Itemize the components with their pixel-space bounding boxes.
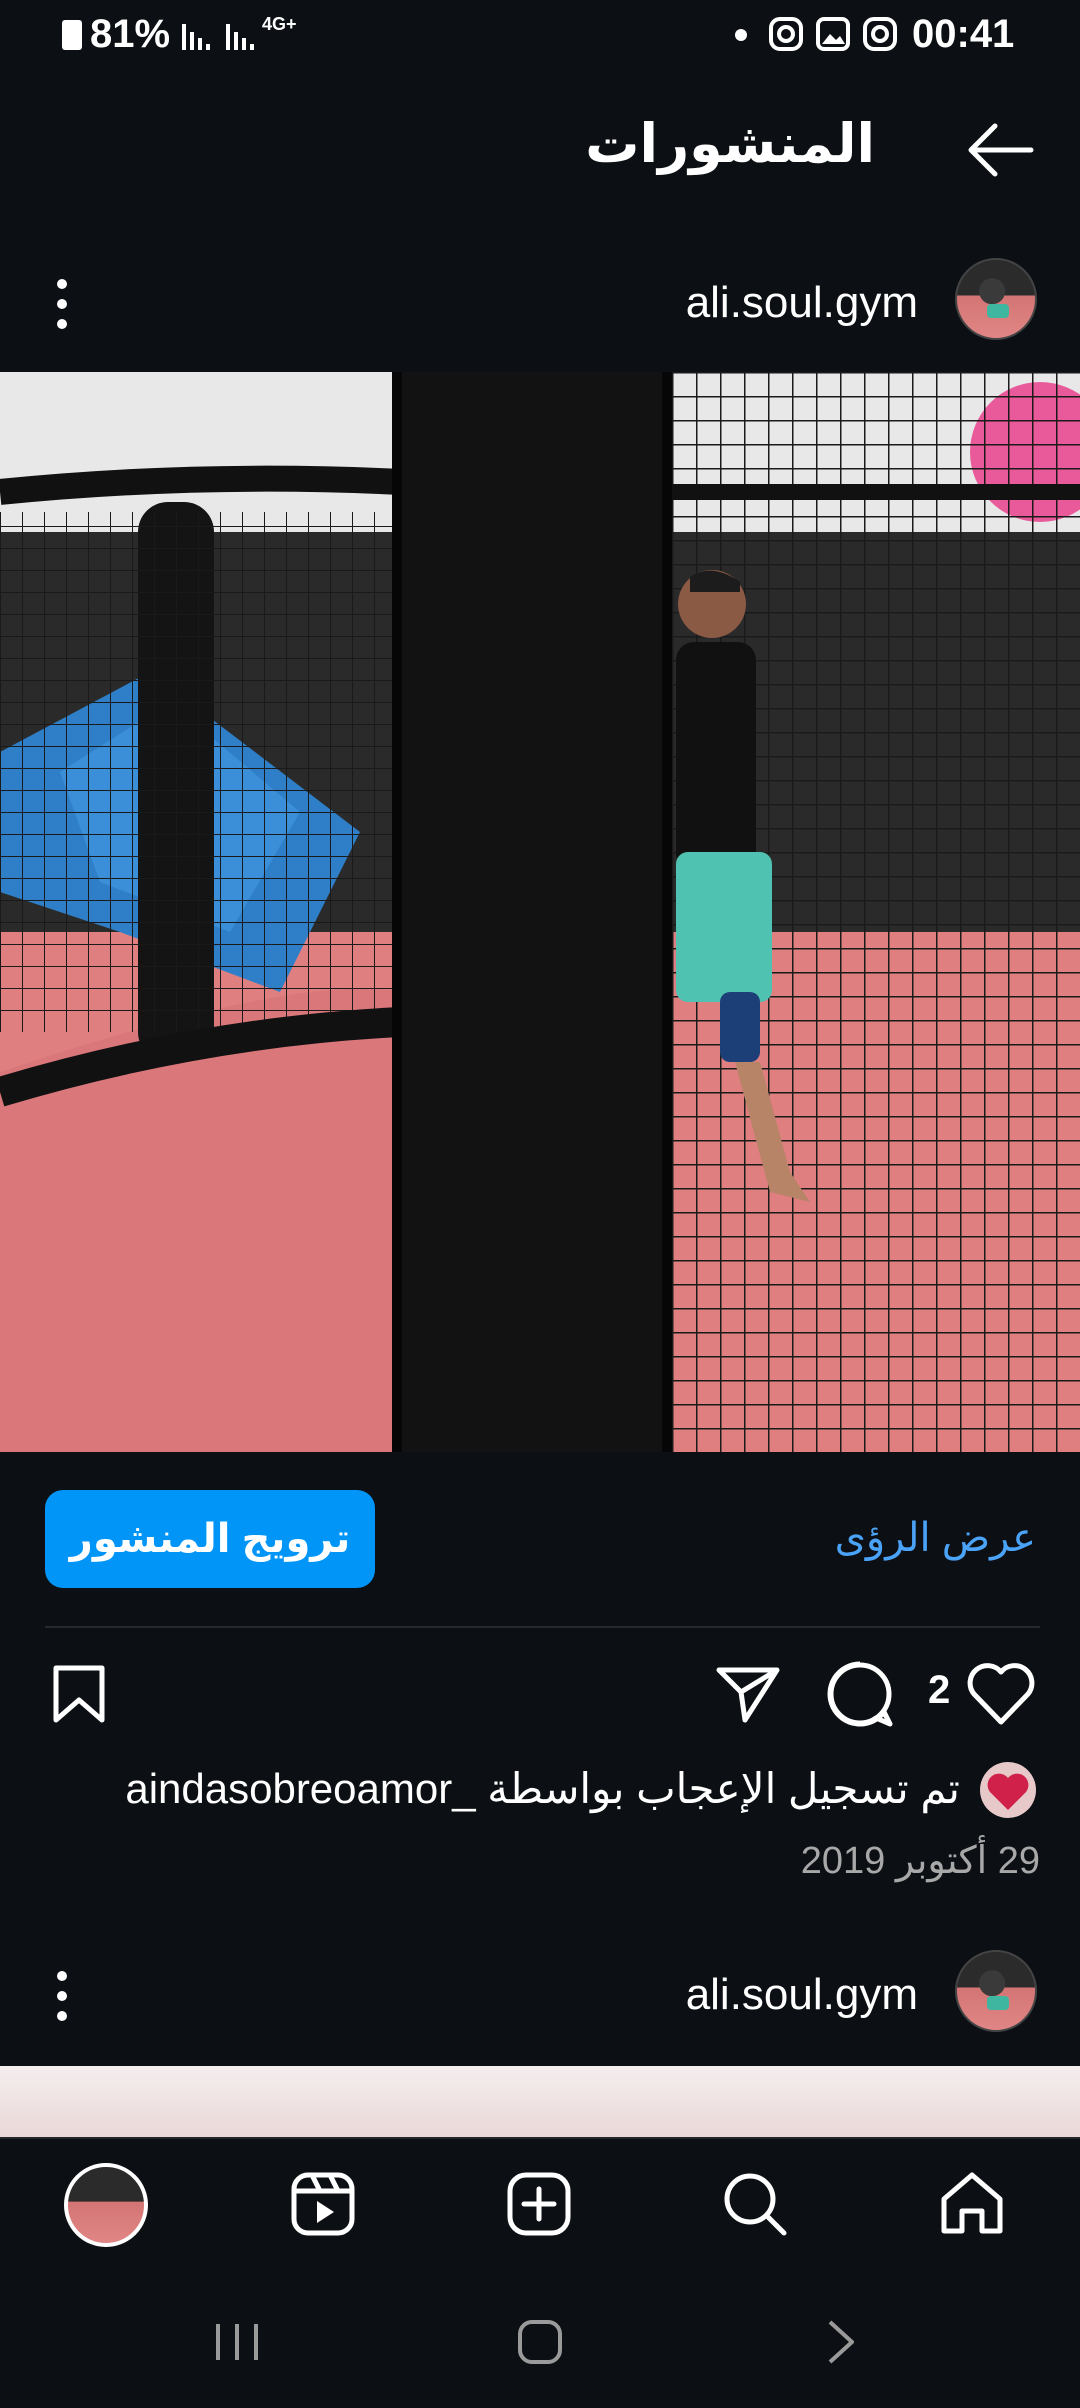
gallery-notification-icon bbox=[816, 17, 850, 51]
profile-avatar[interactable] bbox=[64, 2163, 148, 2247]
next-post-avatar[interactable] bbox=[955, 1950, 1037, 2032]
more-vertical-icon[interactable] bbox=[52, 1968, 72, 2024]
battery-icon bbox=[62, 20, 82, 50]
divider bbox=[45, 1626, 1040, 1628]
comment-icon[interactable] bbox=[826, 1660, 894, 1728]
notification-dot-icon bbox=[735, 29, 747, 41]
clock: 00:41 bbox=[912, 12, 1015, 56]
promote-post-button[interactable]: ترويج المنشور bbox=[45, 1490, 375, 1588]
arrow-left-icon[interactable] bbox=[965, 122, 1035, 178]
reels-icon[interactable] bbox=[290, 2171, 356, 2237]
gym-cage-photo bbox=[0, 372, 1080, 1452]
page-title: المنشورات bbox=[585, 114, 875, 174]
heart-avatar-icon bbox=[987, 1773, 1029, 1810]
post-date: 29 أكتوبر 2019 bbox=[800, 1840, 1040, 1882]
recents-icon[interactable] bbox=[212, 2320, 262, 2364]
post-image[interactable] bbox=[0, 372, 1080, 1452]
post-avatar[interactable] bbox=[955, 258, 1037, 340]
post-header: ali.soul.gym bbox=[0, 250, 1080, 360]
like-count[interactable]: 2 bbox=[928, 1668, 950, 1713]
create-icon[interactable] bbox=[506, 2171, 572, 2237]
view-insights-link[interactable]: عرض الرؤى bbox=[835, 1515, 1036, 1561]
next-post-image[interactable] bbox=[0, 2066, 1080, 2137]
next-post-username[interactable]: ali.soul.gym bbox=[686, 1970, 918, 2020]
more-vertical-icon[interactable] bbox=[52, 276, 72, 332]
instagram-notification-icon bbox=[769, 17, 803, 51]
save-bookmark-icon[interactable] bbox=[52, 1664, 106, 1724]
back-icon[interactable] bbox=[826, 2318, 856, 2366]
next-post-header: ali.soul.gym bbox=[0, 1942, 1080, 2052]
home-icon[interactable] bbox=[938, 2169, 1006, 2237]
network-type: 4G+ bbox=[262, 14, 297, 34]
instagram-notification-icon-2 bbox=[863, 17, 897, 51]
heart-like-icon[interactable] bbox=[966, 1662, 1036, 1726]
home-button-icon[interactable] bbox=[516, 2318, 564, 2366]
share-send-icon[interactable] bbox=[715, 1664, 781, 1724]
status-bar: 81% 4G+ 00:41 bbox=[0, 0, 1080, 70]
search-icon[interactable] bbox=[722, 2171, 788, 2237]
top-app-bar: المنشورات bbox=[0, 100, 1080, 200]
post-username[interactable]: ali.soul.gym bbox=[686, 278, 918, 328]
system-navigation bbox=[0, 2272, 1080, 2408]
liker-avatar[interactable] bbox=[980, 1762, 1036, 1818]
battery-level: 81% bbox=[90, 12, 171, 56]
liked-by-text[interactable]: تم تسجيل الإعجاب بواسطة _aindasobreoamor bbox=[125, 1764, 960, 1813]
bottom-navigation bbox=[0, 2137, 1080, 2272]
